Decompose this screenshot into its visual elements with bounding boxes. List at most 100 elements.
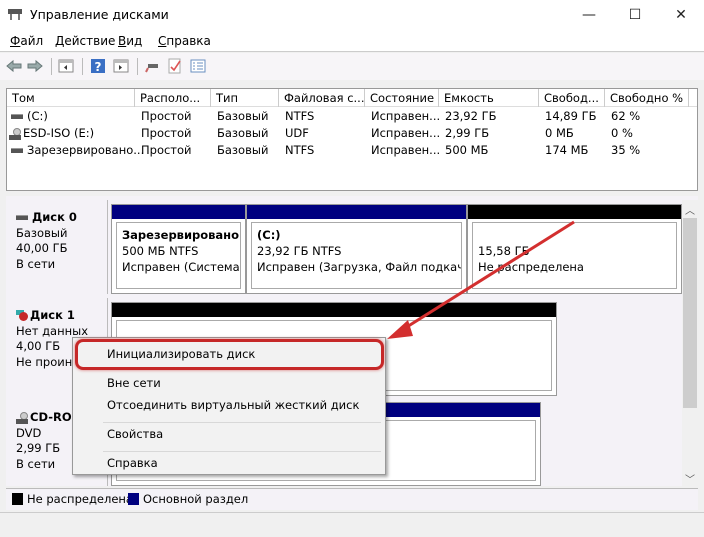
volume-list-header: Том Располо... Тип Файловая с... Состоян… [7,89,697,107]
console-tree-icon[interactable] [58,58,74,74]
connect-icon[interactable] [145,58,161,74]
volume-filesystem: UDF [285,126,309,140]
volume-status: Исправен... [371,109,441,123]
column-header-type[interactable]: Тип [211,89,279,107]
partition-status: Исправен (Загрузка, Файл подкачки, [257,260,462,274]
volume-type: Базовый [217,143,269,157]
unallocated-bar [468,205,681,219]
partition-status: Исправен (Система, А [122,260,241,274]
vertical-scrollbar[interactable]: ︿ ﹀ [682,200,698,488]
column-header-status[interactable]: Состояние [365,89,439,107]
annotation-highlight [75,339,384,370]
volume-capacity: 500 МБ [445,143,489,157]
volume-row[interactable]: ESD-ISO (E:) Простой Базовый UDF Исправе… [7,125,697,142]
legend: Не распределена Основной раздел [6,488,698,510]
disk-name: CD-RO [30,410,72,424]
unallocated-bar [112,303,556,317]
disk-kind: Базовый [16,225,68,240]
volume-filesystem: NTFS [285,143,315,157]
scroll-down-icon[interactable]: ﹀ [685,471,695,486]
menu-item-help[interactable]: Справка [107,456,158,470]
column-header-volume[interactable]: Том [7,89,135,107]
column-header-filesystem[interactable]: Файловая с... [279,89,365,107]
volume-free-percent: 0 % [611,126,633,140]
scrollbar-thumb[interactable] [683,218,697,408]
partition-system-reserved[interactable]: Зарезервировано си 500 МБ NTFS Исправен … [111,204,246,294]
volume-status: Исправен... [371,143,441,157]
menu-view-accel: В [118,34,127,48]
menu-action-accel: Д [55,34,65,48]
help-icon[interactable]: ? [90,58,106,74]
partition-title [478,227,671,243]
menu-file[interactable]: Файл [10,34,43,48]
disk-0-label[interactable]: Диск 0 Базовый 40,00 ГБ В сети [8,200,108,294]
menu-view[interactable]: Вид [118,34,142,48]
maximize-button[interactable]: ☐ [612,0,658,30]
forward-icon[interactable] [27,58,43,74]
volume-filesystem: NTFS [285,109,315,123]
back-icon[interactable] [6,58,22,74]
svg-text:?: ? [95,60,102,74]
disk-name: Диск 1 [30,308,75,322]
toolbar-separator [137,58,138,75]
volume-layout: Простой [141,143,192,157]
cd-drive-icon [9,127,21,140]
volume-free: 174 МБ [545,143,589,157]
close-button[interactable]: ✕ [658,0,704,30]
hard-disk-icon [16,215,28,220]
menu-file-label: айл [20,34,44,48]
check-icon[interactable] [167,58,183,74]
title-bar: Управление дисками — ☐ ✕ [0,0,704,30]
toolbar-separator [82,58,83,75]
partition-c[interactable]: (C:) 23,92 ГБ NTFS Исправен (Загрузка, Ф… [246,204,467,294]
toolbar-separator [51,58,52,75]
window-title: Управление дисками [30,7,169,22]
menu-separator [103,451,381,452]
menu-action[interactable]: Действие [55,34,115,48]
column-header-layout[interactable]: Располо... [135,89,211,107]
partition-size: 15,58 ГБ [478,244,530,258]
legend-swatch-primary [128,493,139,505]
column-header-free-percent[interactable]: Свободно % [605,89,689,107]
properties-icon[interactable] [190,58,206,74]
volume-layout: Простой [141,126,192,140]
volume-type: Базовый [217,109,269,123]
menu-view-label: ид [126,34,143,48]
partition-status: Не распределена [478,260,584,274]
status-bar [0,512,704,537]
volume-capacity: 2,99 ГБ [445,126,490,140]
disk-name: Диск 0 [32,210,77,224]
menu-bar: Файл Действие Вид Справка [0,30,704,52]
volume-free: 0 МБ [545,126,574,140]
minimize-button[interactable]: — [566,0,612,30]
volume-row[interactable]: Зарезервировано... Простой Базовый NTFS … [7,142,697,159]
primary-partition-bar [247,205,466,219]
volume-name: (C:) [27,109,48,123]
volume-row[interactable]: (C:) Простой Базовый NTFS Исправен... 23… [7,108,697,125]
menu-item-properties[interactable]: Свойства [107,427,163,441]
menu-help[interactable]: Справка [158,34,211,48]
menu-item-offline[interactable]: Вне сети [107,376,161,390]
volume-name: Зарезервировано... [27,143,145,157]
partition-size: 500 МБ NTFS [122,244,199,258]
scroll-up-icon[interactable]: ︿ [685,202,695,217]
disk-state: В сети [16,256,56,271]
disk-error-icon [16,310,28,321]
menu-action-label: ействие [64,34,116,48]
menu-item-detach-vhd[interactable]: Отсоединить виртуальный жесткий диск [107,398,359,412]
volume-status: Исправен... [371,126,441,140]
action-pane-icon[interactable] [113,58,129,74]
volume-layout: Простой [141,109,192,123]
volume-capacity: 23,92 ГБ [445,109,497,123]
column-header-free[interactable]: Свобод... [539,89,605,107]
partition-title: (C:) [257,228,281,242]
hard-disk-icon [11,114,23,119]
column-header-capacity[interactable]: Емкость [439,89,539,107]
toolbar: ? [0,53,704,80]
partition-size: 23,92 ГБ NTFS [257,244,342,258]
disk-management-icon [8,9,22,20]
partition-unallocated[interactable]: 15,58 ГБ Не распределена [467,204,682,294]
legend-label-primary: Основной раздел [143,492,249,506]
legend-label-unallocated: Не распределена [27,492,133,506]
legend-swatch-unallocated [12,493,23,505]
